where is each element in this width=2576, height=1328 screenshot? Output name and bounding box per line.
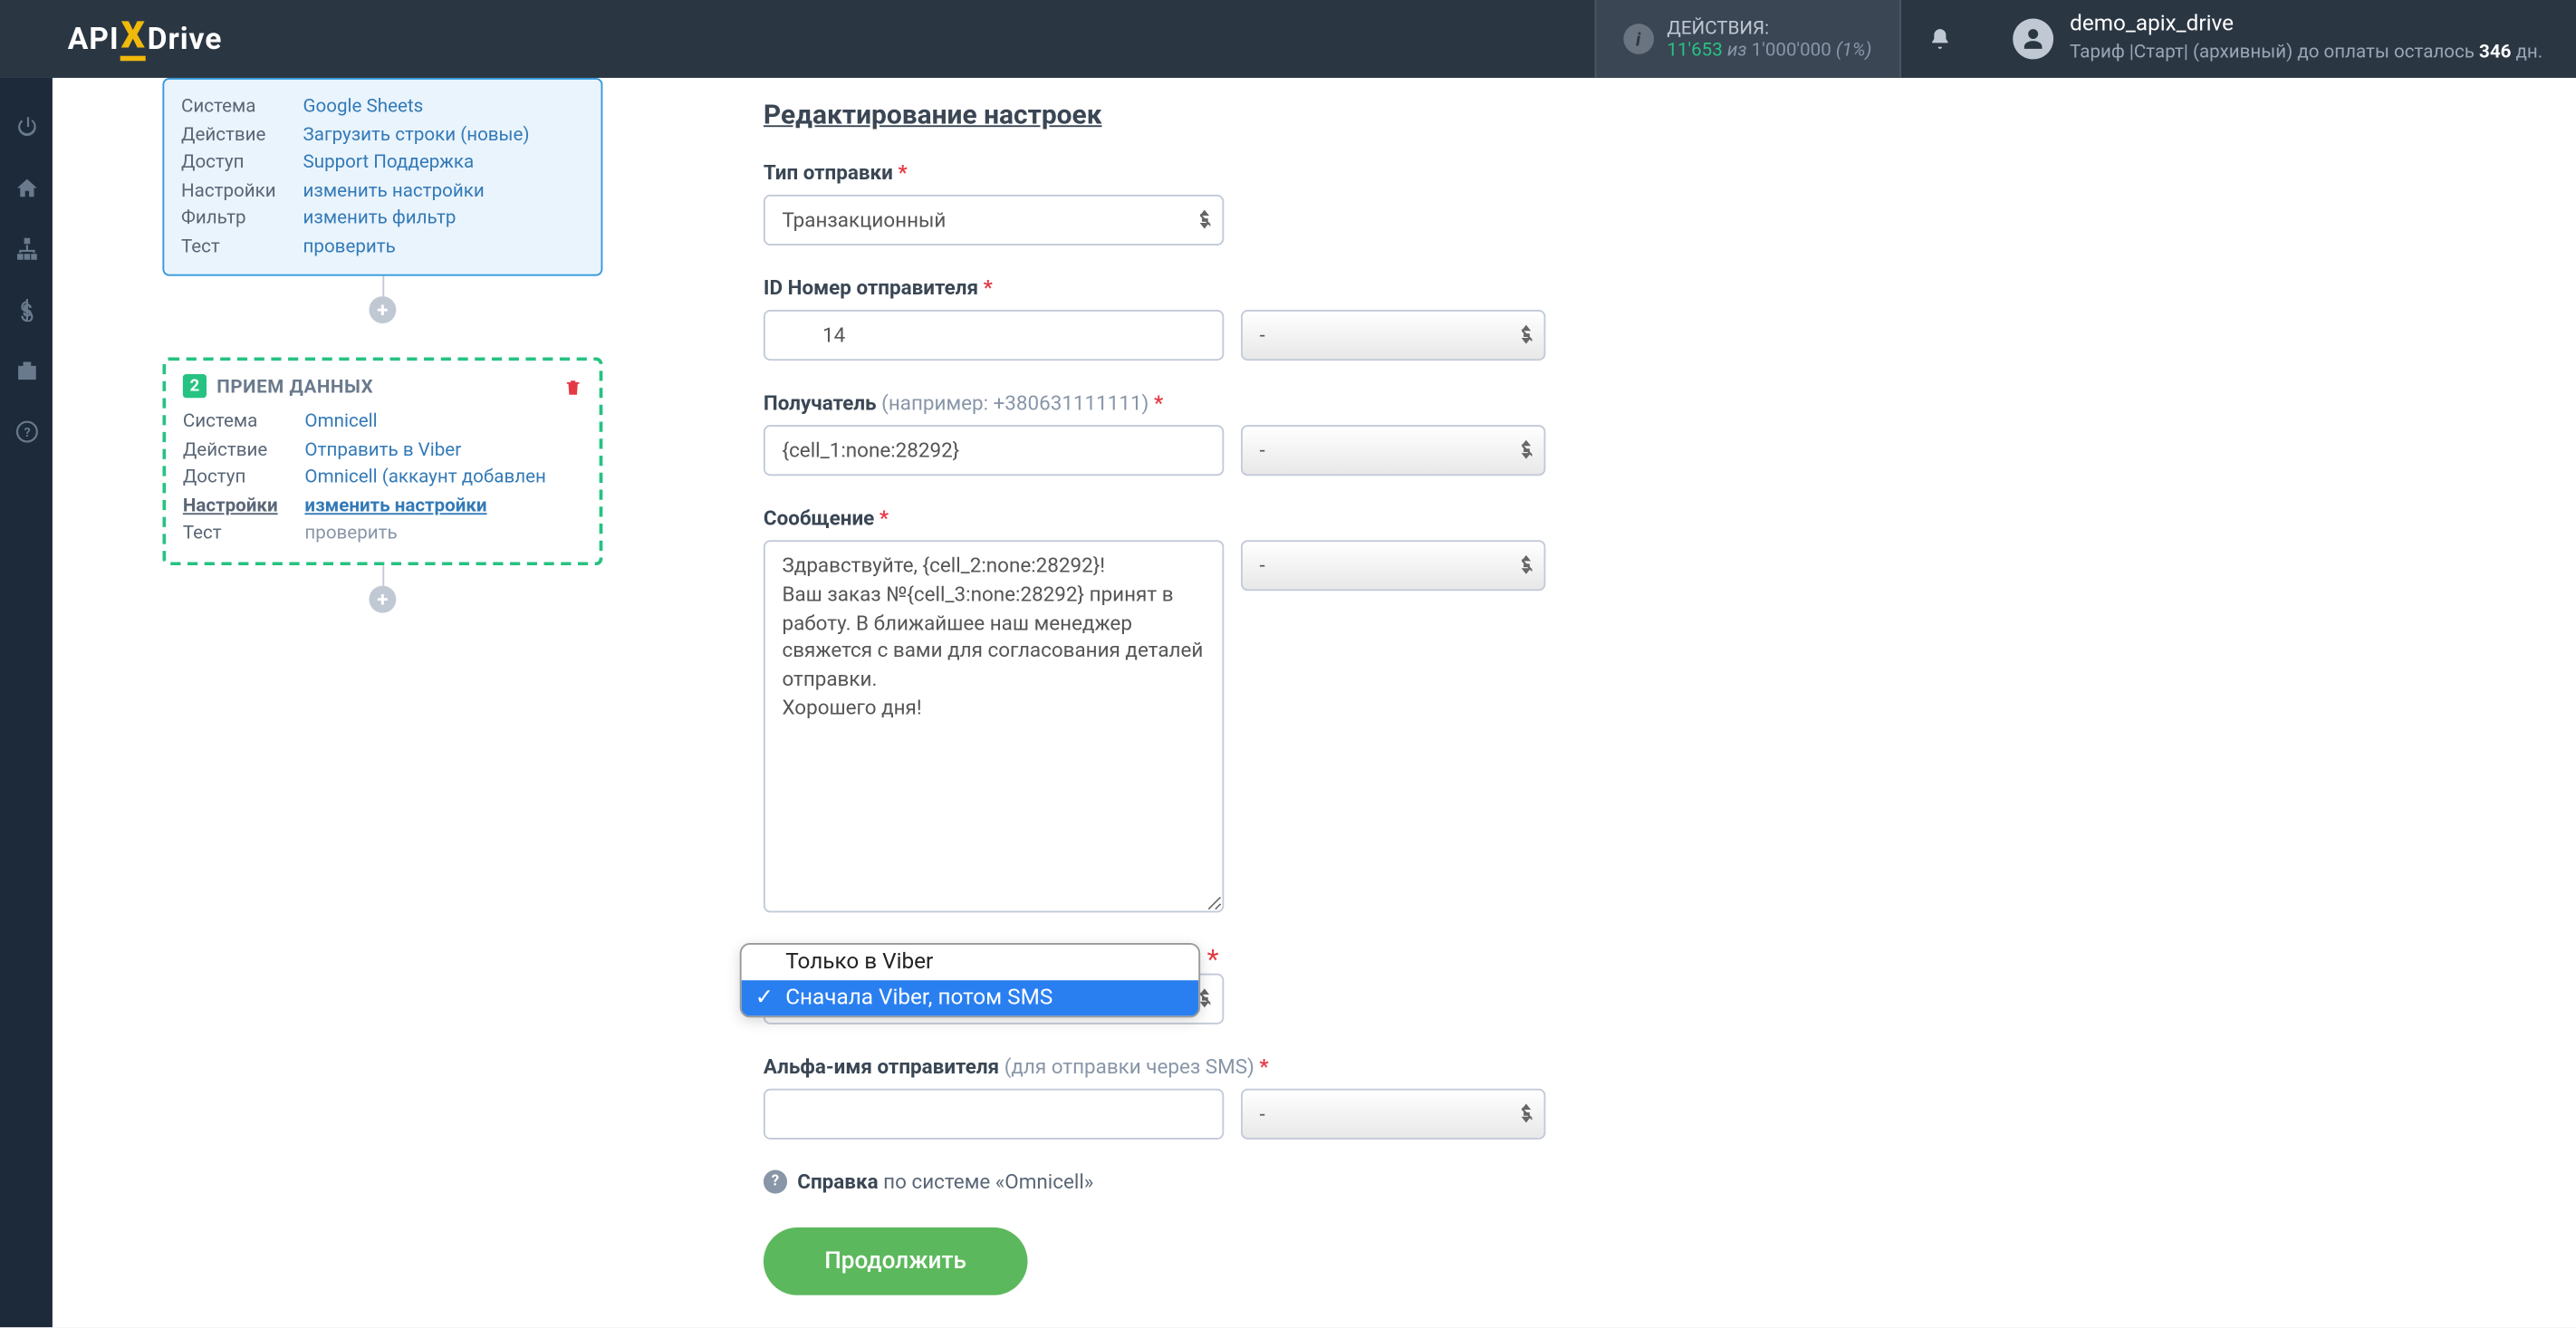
step-row: Доступ Support Поддержка bbox=[181, 149, 584, 177]
sender-id-label: ID Номер отправителя * bbox=[764, 276, 2475, 300]
step1-rows: Система Google Sheets Действие Загрузить ст… bbox=[181, 93, 584, 261]
add-step-button-2[interactable]: + bbox=[369, 585, 396, 612]
alpha-name-variable-select[interactable]: - bbox=[1241, 1089, 1545, 1140]
step-row-label: Система bbox=[181, 93, 286, 121]
step-row-value: проверить bbox=[304, 520, 397, 548]
bell-icon bbox=[1927, 27, 1951, 51]
trash-icon bbox=[563, 378, 582, 398]
page-title: Редактирование настроек bbox=[764, 98, 2475, 130]
step-row: Тест проверить bbox=[183, 520, 582, 548]
step-row-value[interactable]: Отправить в Viber bbox=[304, 436, 461, 464]
step-row: Действие Загрузить строки (новые) bbox=[181, 121, 584, 149]
alpha-name-input[interactable] bbox=[764, 1089, 1224, 1140]
question-icon: ? bbox=[14, 420, 38, 444]
step-row: Фильтр изменить фильтр bbox=[181, 205, 584, 233]
app-header: API X Drive i действия: 11'653 из 1'000'… bbox=[0, 0, 2576, 78]
info-icon: i bbox=[1623, 24, 1654, 54]
step-row-label: Система bbox=[183, 408, 288, 436]
step-row-label: Доступ bbox=[183, 464, 288, 492]
nav-power[interactable] bbox=[0, 101, 53, 152]
step-row: Действие Отправить в Viber bbox=[183, 436, 582, 464]
question-icon: ? bbox=[764, 1169, 787, 1193]
channel-option-viber-then-sms[interactable]: Сначала Viber, потом SMS bbox=[742, 980, 1199, 1015]
step-row-label: Настройки bbox=[183, 492, 288, 520]
step-connector-2: + bbox=[162, 564, 602, 611]
power-icon bbox=[14, 115, 38, 139]
message-label: Сообщение * bbox=[764, 506, 2475, 530]
send-type-label: Тип отправки * bbox=[764, 161, 2475, 185]
sitemap-icon bbox=[14, 237, 38, 261]
step-number-badge: 2 bbox=[183, 374, 207, 398]
step-row: Настройки изменить настройки bbox=[183, 492, 582, 520]
step-row-value[interactable]: изменить фильтр bbox=[303, 205, 457, 233]
channel-option-viber-only[interactable]: Только в Viber bbox=[742, 945, 1199, 980]
logo-text-suffix: Drive bbox=[148, 21, 223, 56]
nav-help[interactable]: ? bbox=[0, 407, 53, 457]
user-icon bbox=[2021, 27, 2044, 51]
help-link[interactable]: ? Справка по системе «Omnicell» bbox=[764, 1169, 2475, 1193]
step-row: Доступ Omnicell (аккаунт добавлен bbox=[183, 464, 582, 492]
nav-briefcase[interactable] bbox=[0, 345, 53, 396]
actions-values: 11'653 из 1'000'000 (1%) bbox=[1667, 39, 1871, 62]
step-row: Система Omnicell bbox=[183, 408, 582, 436]
channel-dropdown-menu: Только в Viber Сначала Viber, потом SMS bbox=[740, 943, 1200, 1017]
step-card-destination[interactable]: 2 ПРИЕМ ДАННЫХ Система Omnicell Действие От… bbox=[162, 357, 602, 564]
sender-id-variable-select[interactable]: - bbox=[1241, 310, 1545, 361]
nav-home[interactable] bbox=[0, 162, 53, 213]
step-row: Система Google Sheets bbox=[181, 93, 584, 121]
tariff-info: Тариф |Старт| (архивный) до оплаты остал… bbox=[2070, 41, 2542, 65]
settings-form: Редактирование настроек Тип отправки * Т… bbox=[764, 98, 2475, 1294]
recipient-input[interactable] bbox=[764, 425, 1224, 476]
home-icon bbox=[14, 176, 38, 199]
step-row-label: Фильтр bbox=[181, 205, 286, 233]
step-row: Настройки изменить настройки bbox=[181, 177, 584, 205]
svg-text:?: ? bbox=[24, 426, 30, 440]
step-row-label: Тест bbox=[181, 233, 286, 261]
avatar bbox=[2013, 19, 2053, 60]
step-connector: + bbox=[162, 276, 602, 323]
steps-sidebar: Система Google Sheets Действие Загрузить ст… bbox=[162, 78, 602, 612]
nav-billing[interactable]: $ bbox=[0, 284, 53, 335]
delete-step-button[interactable] bbox=[563, 378, 582, 403]
send-type-select[interactable]: Транзакционный bbox=[764, 195, 1224, 245]
step-row-label: Действие bbox=[181, 121, 286, 149]
message-variable-select[interactable]: - bbox=[1241, 540, 1545, 591]
recipient-variable-select[interactable]: - bbox=[1241, 425, 1545, 476]
recipient-label: Получатель (например: +380631111111) * bbox=[764, 391, 2475, 415]
alpha-name-label: Альфа-имя отправителя (для отправки чере… bbox=[764, 1054, 2475, 1078]
nav-connections[interactable] bbox=[0, 224, 53, 274]
step-row-value[interactable]: Omnicell (аккаунт добавлен bbox=[304, 464, 545, 492]
step-row-label: Действие bbox=[183, 436, 288, 464]
step-row: Тест проверить bbox=[181, 233, 584, 261]
step-row-label: Тест bbox=[183, 520, 288, 548]
step-row-label: Настройки bbox=[181, 177, 286, 205]
step-row-value[interactable]: изменить настройки bbox=[304, 492, 486, 520]
notifications-button[interactable] bbox=[1900, 0, 1978, 78]
user-name: demo_apix_drive bbox=[2070, 13, 2542, 42]
user-menu[interactable]: demo_apix_drive Тариф |Старт| (архивный)… bbox=[1978, 0, 2576, 78]
logo-text-prefix: API bbox=[68, 21, 120, 56]
logo[interactable]: API X Drive bbox=[68, 18, 223, 61]
step-row-value[interactable]: Support Поддержка bbox=[303, 149, 475, 177]
step-row-value[interactable]: Google Sheets bbox=[303, 93, 424, 121]
step-title: ПРИЕМ ДАННЫХ bbox=[216, 375, 373, 397]
step-row-value[interactable]: Загрузить строки (новые) bbox=[303, 121, 530, 149]
svg-text:$: $ bbox=[22, 301, 32, 322]
actions-label: действия: bbox=[1667, 16, 1871, 39]
step-row-value[interactable]: проверить bbox=[303, 233, 396, 261]
logo-x-icon: X bbox=[121, 18, 146, 61]
briefcase-icon bbox=[14, 359, 38, 382]
sender-id-input[interactable] bbox=[764, 310, 1224, 361]
step-row-label: Доступ bbox=[181, 149, 286, 177]
step2-rows: Система Omnicell Действие Отправить в Viber… bbox=[183, 408, 582, 547]
dollar-icon: $ bbox=[14, 298, 38, 322]
continue-button[interactable]: Продолжить bbox=[764, 1227, 1027, 1295]
step-row-value[interactable]: Omnicell bbox=[304, 408, 377, 436]
step-row-value[interactable]: изменить настройки bbox=[303, 177, 485, 205]
actions-counter[interactable]: i действия: 11'653 из 1'000'000 (1%) bbox=[1594, 0, 1900, 78]
step-card-source[interactable]: Система Google Sheets Действие Загрузить ст… bbox=[162, 78, 602, 276]
left-nav: $ ? bbox=[0, 78, 53, 1327]
message-textarea[interactable] bbox=[764, 540, 1224, 912]
add-step-button[interactable]: + bbox=[369, 296, 396, 323]
